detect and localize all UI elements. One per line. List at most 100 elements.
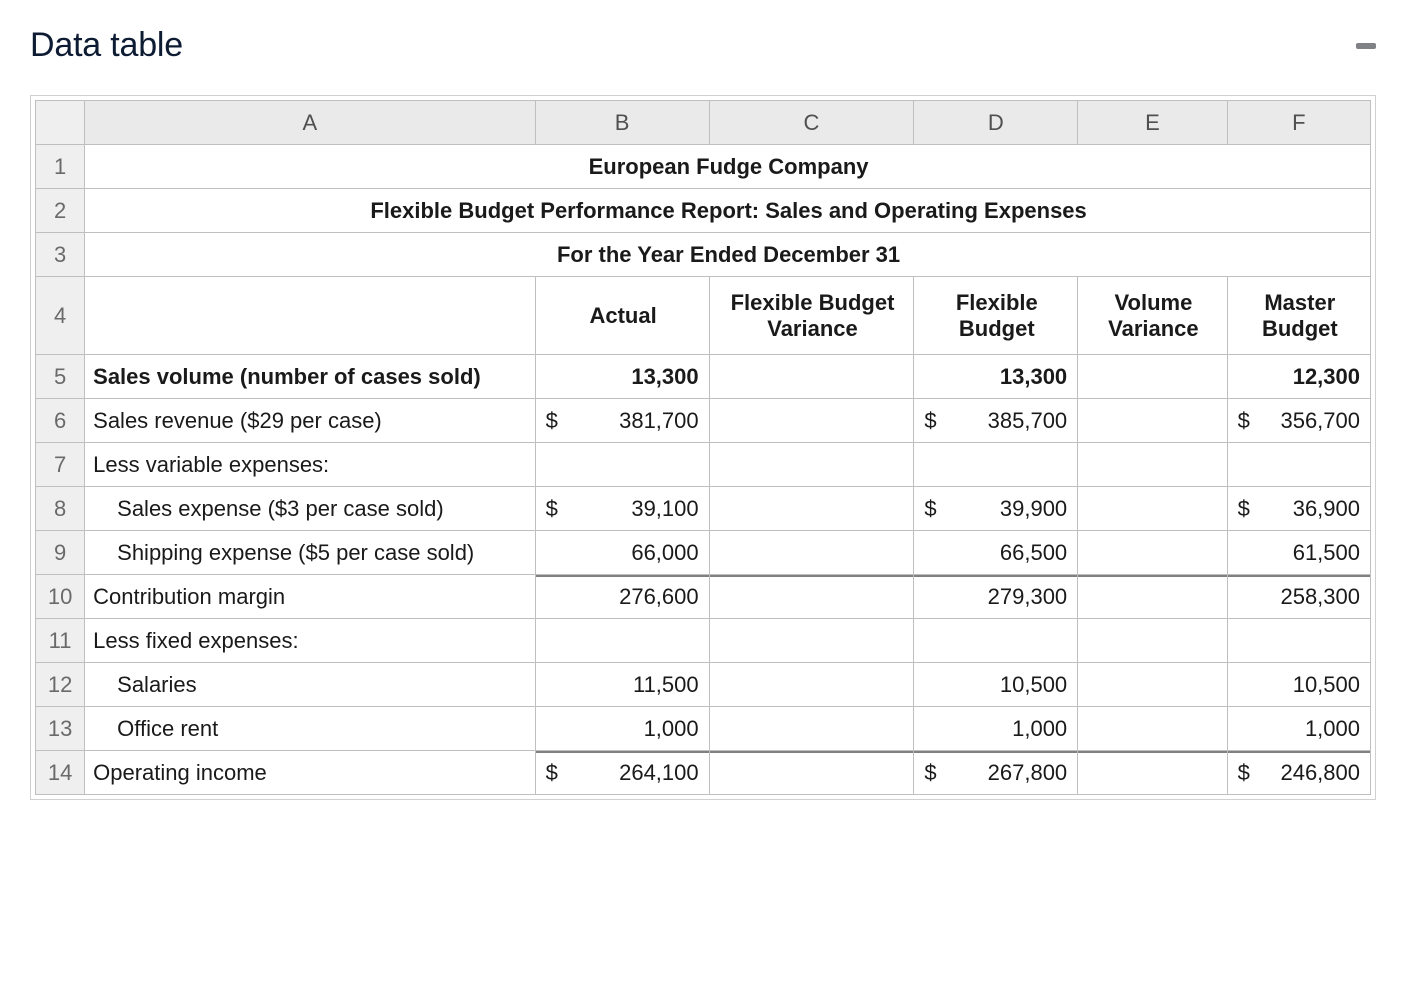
column-header-C[interactable]: C bbox=[709, 101, 914, 145]
cell-title-period[interactable]: For the Year Ended December 31 bbox=[85, 233, 1371, 277]
row-number[interactable]: 9 bbox=[36, 531, 85, 575]
cell-A4[interactable] bbox=[85, 277, 535, 355]
cell-E6[interactable] bbox=[1078, 399, 1227, 443]
cell-E10[interactable] bbox=[1078, 575, 1227, 619]
cell-A6[interactable]: Sales revenue ($29 per case) bbox=[85, 399, 535, 443]
cell-A9[interactable]: Shipping expense ($5 per case sold) bbox=[85, 531, 535, 575]
numeric-value: 61,500 bbox=[1293, 540, 1360, 566]
cell-D6[interactable]: $385,700 bbox=[914, 399, 1078, 443]
cell-C8[interactable] bbox=[709, 487, 914, 531]
cell-D11[interactable] bbox=[914, 619, 1078, 663]
cell-label: Sales volume (number of cases sold) bbox=[85, 355, 534, 398]
cell-E8[interactable] bbox=[1078, 487, 1227, 531]
cell-A13[interactable]: Office rent bbox=[85, 707, 535, 751]
cell-C14[interactable] bbox=[709, 751, 914, 795]
cell-B7[interactable] bbox=[535, 443, 709, 487]
cell-A8[interactable]: Sales expense ($3 per case sold) bbox=[85, 487, 535, 531]
cell-value bbox=[1078, 487, 1226, 530]
row-number[interactable]: 4 bbox=[36, 277, 85, 355]
cell-B8[interactable]: $39,100 bbox=[535, 487, 709, 531]
cell-D9[interactable]: 66,500 bbox=[914, 531, 1078, 575]
cell-C6[interactable] bbox=[709, 399, 914, 443]
numeric-value: 13,300 bbox=[631, 364, 698, 390]
cell-E7[interactable] bbox=[1078, 443, 1227, 487]
cell-value bbox=[710, 487, 914, 530]
cell-title-company[interactable]: European Fudge Company bbox=[85, 145, 1371, 189]
cell-D14[interactable]: $267,800 bbox=[914, 751, 1078, 795]
cell-B13[interactable]: 1,000 bbox=[535, 707, 709, 751]
row-number[interactable]: 5 bbox=[36, 355, 85, 399]
cell-E12[interactable] bbox=[1078, 663, 1227, 707]
row-number[interactable]: 14 bbox=[36, 751, 85, 795]
cell-B12[interactable]: 11,500 bbox=[535, 663, 709, 707]
column-header-F[interactable]: F bbox=[1227, 101, 1370, 145]
cell-F6[interactable]: $356,700 bbox=[1227, 399, 1370, 443]
cell-A5[interactable]: Sales volume (number of cases sold) bbox=[85, 355, 535, 399]
cell-A11[interactable]: Less fixed expenses: bbox=[85, 619, 535, 663]
cell-F13[interactable]: 1,000 bbox=[1227, 707, 1370, 751]
row-number[interactable]: 3 bbox=[36, 233, 85, 277]
cell-B5[interactable]: 13,300 bbox=[535, 355, 709, 399]
column-header-A[interactable]: A bbox=[85, 101, 535, 145]
collapse-icon[interactable] bbox=[1356, 43, 1376, 49]
row-number[interactable]: 11 bbox=[36, 619, 85, 663]
cell-B9[interactable]: 66,000 bbox=[535, 531, 709, 575]
cell-E5[interactable] bbox=[1078, 355, 1227, 399]
cell-E11[interactable] bbox=[1078, 619, 1227, 663]
cell-E14[interactable] bbox=[1078, 751, 1227, 795]
page-title: Data table bbox=[30, 26, 183, 65]
cell-B11[interactable] bbox=[535, 619, 709, 663]
cell-F8[interactable]: $36,900 bbox=[1227, 487, 1370, 531]
cell-C7[interactable] bbox=[709, 443, 914, 487]
cell-C12[interactable] bbox=[709, 663, 914, 707]
cell-E9[interactable] bbox=[1078, 531, 1227, 575]
cell-D12[interactable]: 10,500 bbox=[914, 663, 1078, 707]
cell-D5[interactable]: 13,300 bbox=[914, 355, 1078, 399]
cell-A10[interactable]: Contribution margin bbox=[85, 575, 535, 619]
cell-D4[interactable]: Flexible Budget bbox=[914, 277, 1078, 355]
cell-F7[interactable] bbox=[1227, 443, 1370, 487]
cell-D10[interactable]: 279,300 bbox=[914, 575, 1078, 619]
cell-C5[interactable] bbox=[709, 355, 914, 399]
row-4: 4 Actual Flexible Budget Variance Flexib… bbox=[36, 277, 1371, 355]
cell-E13[interactable] bbox=[1078, 707, 1227, 751]
row-number[interactable]: 13 bbox=[36, 707, 85, 751]
cell-C10[interactable] bbox=[709, 575, 914, 619]
cell-F4[interactable]: Master Budget bbox=[1227, 277, 1370, 355]
column-header-row: A B C D E F bbox=[36, 101, 1371, 145]
row-number[interactable]: 1 bbox=[36, 145, 85, 189]
cell-F12[interactable]: 10,500 bbox=[1227, 663, 1370, 707]
cell-F10[interactable]: 258,300 bbox=[1227, 575, 1370, 619]
cell-D8[interactable]: $39,900 bbox=[914, 487, 1078, 531]
cell-C9[interactable] bbox=[709, 531, 914, 575]
column-header-D[interactable]: D bbox=[914, 101, 1078, 145]
cell-B6[interactable]: $381,700 bbox=[535, 399, 709, 443]
cell-value bbox=[1078, 663, 1226, 706]
cell-A7[interactable]: Less variable expenses: bbox=[85, 443, 535, 487]
cell-D13[interactable]: 1,000 bbox=[914, 707, 1078, 751]
cell-B10[interactable]: 276,600 bbox=[535, 575, 709, 619]
cell-B4[interactable]: Actual bbox=[535, 277, 709, 355]
cell-F5[interactable]: 12,300 bbox=[1227, 355, 1370, 399]
column-header-B[interactable]: B bbox=[535, 101, 709, 145]
row-number[interactable]: 7 bbox=[36, 443, 85, 487]
row-number[interactable]: 8 bbox=[36, 487, 85, 531]
row-number[interactable]: 10 bbox=[36, 575, 85, 619]
cell-D7[interactable] bbox=[914, 443, 1078, 487]
cell-value: $381,700 bbox=[536, 399, 709, 442]
cell-A12[interactable]: Salaries bbox=[85, 663, 535, 707]
cell-C11[interactable] bbox=[709, 619, 914, 663]
cell-title-report[interactable]: Flexible Budget Performance Report: Sale… bbox=[85, 189, 1371, 233]
cell-F11[interactable] bbox=[1227, 619, 1370, 663]
cell-C4[interactable]: Flexible Budget Variance bbox=[709, 277, 914, 355]
cell-E4[interactable]: Volume Variance bbox=[1078, 277, 1227, 355]
row-number[interactable]: 2 bbox=[36, 189, 85, 233]
row-number[interactable]: 12 bbox=[36, 663, 85, 707]
cell-C13[interactable] bbox=[709, 707, 914, 751]
cell-A14[interactable]: Operating income bbox=[85, 751, 535, 795]
cell-F14[interactable]: $246,800 bbox=[1227, 751, 1370, 795]
column-header-E[interactable]: E bbox=[1078, 101, 1227, 145]
row-number[interactable]: 6 bbox=[36, 399, 85, 443]
cell-B14[interactable]: $264,100 bbox=[535, 751, 709, 795]
cell-F9[interactable]: 61,500 bbox=[1227, 531, 1370, 575]
